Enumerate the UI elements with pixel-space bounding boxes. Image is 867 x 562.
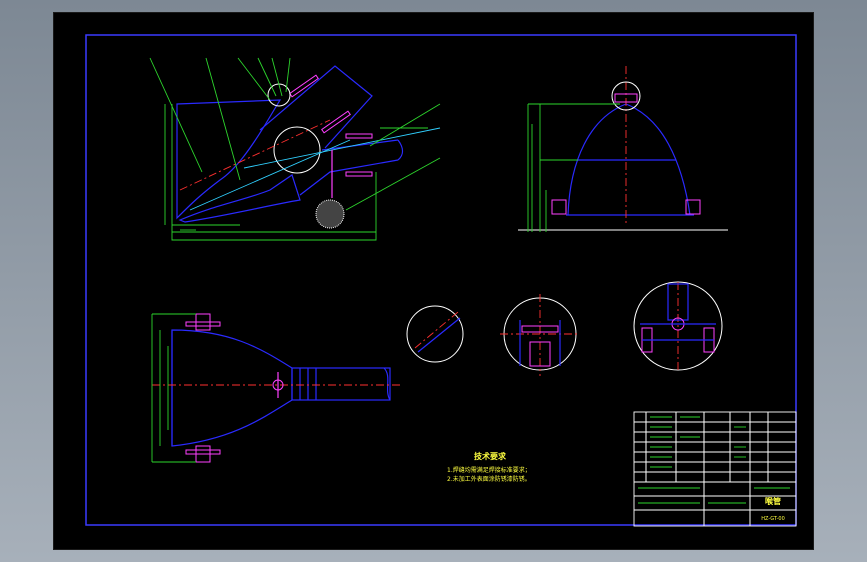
side-view[interactable] [518, 66, 728, 232]
detail-view-2[interactable] [500, 294, 580, 376]
tech-requirements-title: 技术要求 [474, 451, 507, 461]
cad-drawing: 技术要求 1.焊缝均需满足焊接标准要求； 2.未加工外表面涂防锈漆防锈。 喉管 … [85, 34, 797, 527]
plan-view[interactable] [151, 313, 402, 463]
front-view[interactable] [149, 57, 441, 241]
detail-view-1[interactable] [406, 305, 464, 363]
title-block [633, 411, 797, 527]
tech-requirement-2: 2.未加工外表面涂防锈漆防锈。 [447, 475, 531, 483]
detail-view-3[interactable] [633, 281, 723, 371]
drawing-name: 喉管 [765, 496, 781, 506]
tech-requirement-1: 1.焊缝均需满足焊接标准要求； [447, 466, 531, 474]
drawing-number: HZ-GT-00 [761, 516, 785, 522]
drawing-canvas[interactable]: 技术要求 1.焊缝均需满足焊接标准要求； 2.未加工外表面涂防锈漆防锈。 喉管 … [54, 13, 813, 549]
